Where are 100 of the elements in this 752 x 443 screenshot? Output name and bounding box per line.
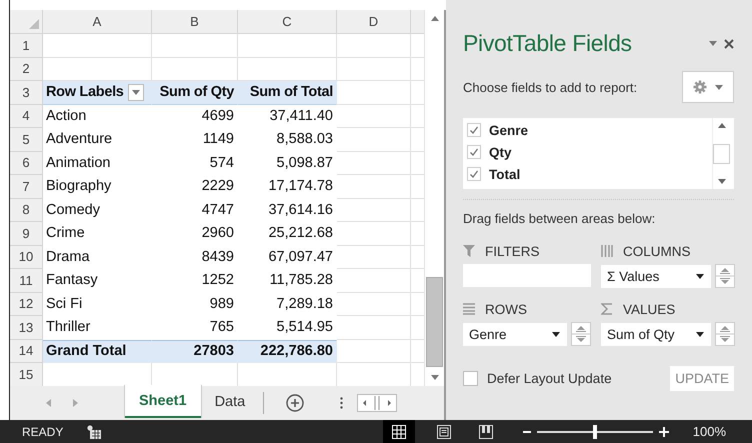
defer-checkbox[interactable] [463,371,478,386]
field-checkbox[interactable] [467,145,481,159]
table-cell: Crime [43,222,152,246]
vertical-scrollbar[interactable] [424,10,444,386]
row-header[interactable]: 12 [10,292,43,316]
table-cell: 2229 [152,175,238,198]
table-cell: 4747 [152,198,238,222]
sheet-tab[interactable]: Data [200,386,260,417]
close-icon[interactable] [724,38,734,48]
zoom-level-text[interactable]: 100% [692,424,726,439]
column-header[interactable]: A [43,10,152,34]
row-header[interactable]: 15 [10,363,43,386]
row-header[interactable]: 9 [10,222,43,246]
macro-record-icon[interactable] [87,424,102,438]
checkmark-icon [469,147,479,157]
caret-icon [132,90,140,95]
field-dropdown[interactable]: Sum of Qty [601,322,711,346]
table-cell: Sci Fi [43,292,152,316]
column-header[interactable]: B [152,10,238,34]
sigma-icon [601,303,613,315]
row-header[interactable]: 8 [10,198,43,222]
row-header[interactable]: 13 [10,316,43,340]
sheet-tab[interactable]: Sheet1 [125,385,201,418]
status-text: READY [22,424,64,438]
row-header[interactable]: 11 [10,269,43,292]
table-cell: Sum of Total [238,81,337,104]
page-layout-icon[interactable] [436,424,451,438]
row-header[interactable]: 6 [10,152,43,175]
normal-view-button[interactable] [382,420,415,443]
table-cell: 8,588.03 [238,128,337,152]
slider-thumb[interactable] [592,424,597,438]
update-button[interactable]: UPDATE [670,366,734,391]
row-header[interactable]: 3 [10,81,43,104]
move-spinner-icon[interactable] [715,264,735,288]
row-header[interactable]: 7 [10,175,43,198]
table-cell: 1149 [152,128,238,152]
dropdown-caret-icon[interactable] [709,41,717,46]
settings-button[interactable] [682,71,734,103]
table-cell: Animation [43,152,152,175]
zoom-in-icon[interactable] [658,426,669,436]
table-cell: 5,098.87 [238,152,337,175]
table-cell: 1252 [152,269,238,292]
panel-title: PivotTable Fields [463,30,633,57]
field-dropdown[interactable]: Σ Values [601,264,711,288]
row-header[interactable]: 1 [10,34,43,58]
add-sheet-icon[interactable] [286,394,304,412]
scroll-down-icon[interactable] [430,375,438,380]
row-header[interactable]: 2 [10,58,43,81]
table-cell: 222,786.80 [238,340,337,363]
table-cell: Sum of Qty [152,81,238,104]
table-cell: 11,785.28 [238,269,337,292]
filter-dropdown-button[interactable] [128,84,144,101]
table-cell: 4699 [152,104,238,128]
table-cell: 37,411.40 [238,104,337,128]
scroll-down-icon[interactable] [718,179,726,184]
field-checkbox[interactable] [467,123,481,137]
gear-icon [693,80,707,94]
column-label: Row Labels [46,84,124,100]
row-header[interactable]: 14 [10,340,43,363]
table-cell: 8439 [152,246,238,269]
table-cell: 7,289.18 [238,292,337,316]
area-label: COLUMNS [623,244,691,258]
table-cell: 989 [152,292,238,316]
row-header[interactable]: 5 [10,128,43,152]
caret-icon [696,332,704,336]
more-options-icon[interactable] [340,397,344,409]
instruction-text: Choose fields to add to report: [463,80,638,94]
horizontal-scroll-icon[interactable] [357,394,398,412]
scroll-up-icon[interactable] [718,123,726,128]
field-dropdown[interactable]: Genre [463,322,567,346]
area-label: ROWS [485,302,527,316]
page-break-icon[interactable] [478,424,493,438]
column-header[interactable]: D [337,10,411,34]
field-list-scrollbar[interactable] [712,118,730,189]
move-spinner-icon[interactable] [571,322,591,346]
scroll-thumb[interactable] [713,144,730,164]
row-header[interactable]: 10 [10,246,43,269]
rows-icon [463,303,475,315]
table-cell: 67,097.47 [238,246,337,269]
table-cell: Adventure [43,128,152,152]
field-label[interactable]: Genre [489,122,528,138]
columns-icon [601,245,613,257]
filter-icon [463,245,475,257]
column-header[interactable]: C [238,10,337,34]
move-spinner-icon[interactable] [715,322,735,346]
table-cell: Fantasy [43,269,152,292]
row-header[interactable]: 4 [10,104,43,128]
checkmark-icon [469,169,479,179]
scroll-up-icon[interactable] [430,16,438,21]
field-label[interactable]: Qty [489,144,512,160]
table-cell: 37,614.16 [238,198,337,222]
area-label: VALUES [623,302,676,316]
table-cell: 17,174.78 [238,175,337,198]
caret-icon [696,274,704,278]
field-checkbox[interactable] [467,167,481,181]
caret-icon [552,332,560,336]
table-cell: Grand Total [43,340,152,363]
scroll-thumb[interactable] [426,277,443,367]
field-label[interactable]: Total [489,166,520,182]
checkbox-label[interactable]: Defer Layout Update [487,371,670,386]
